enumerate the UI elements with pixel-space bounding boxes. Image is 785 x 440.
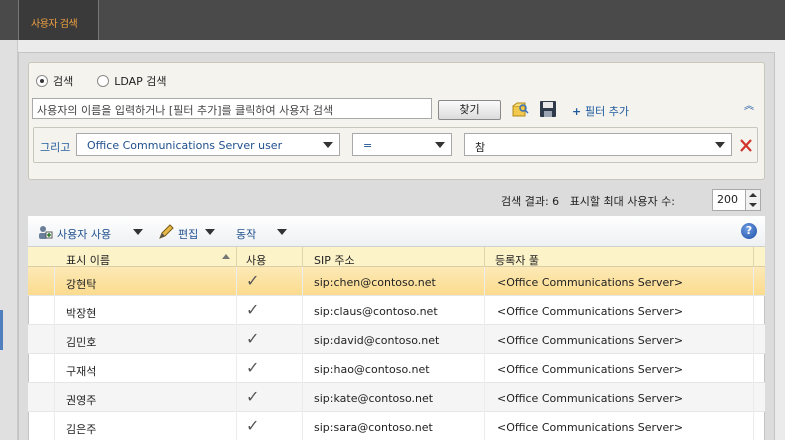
- filter-and-label: 그리고: [40, 141, 71, 154]
- header-display-name[interactable]: 표시 이름: [66, 252, 110, 268]
- header-sip-address[interactable]: SIP 주소: [314, 252, 355, 268]
- tab-user-search[interactable]: 사용자 검색: [18, 0, 99, 40]
- enable-user-icon: [39, 226, 53, 239]
- column-divider: [484, 247, 485, 267]
- column-divider: [54, 267, 55, 440]
- filter-value-select[interactable]: 참: [464, 133, 732, 156]
- max-users-label: 표시할 최대 사용자 수:: [569, 195, 675, 208]
- cell-display-name: 구재석: [66, 365, 97, 378]
- filter-operator-value: =: [363, 139, 373, 152]
- cell-sip-address: sip:hao@contoso.net: [314, 363, 430, 376]
- cell-sip-address: sip:sara@contoso.net: [314, 421, 433, 434]
- filter-operator-select[interactable]: =: [352, 133, 452, 156]
- column-divider: [236, 247, 237, 267]
- search-input[interactable]: 사용자의 이름을 입력하거나 [필터 추가]를 클릭하여 사용자 검색: [32, 98, 432, 119]
- left-rail-marker: [0, 310, 3, 350]
- column-divider: [484, 267, 485, 440]
- column-divider: [302, 267, 303, 440]
- max-users-spinner[interactable]: [745, 189, 761, 211]
- radio-search[interactable]: 검색: [36, 73, 73, 89]
- action-button[interactable]: 동작: [236, 226, 256, 242]
- open-query-icon[interactable]: [511, 100, 529, 118]
- enable-user-dropdown-icon[interactable]: [133, 229, 143, 235]
- cell-registrar-pool: <Office Communications Server>: [497, 305, 684, 318]
- cell-sip-address: sip:kate@contoso.net: [314, 392, 434, 405]
- left-rail: [0, 40, 18, 440]
- cell-registrar-pool: <Office Communications Server>: [497, 334, 684, 347]
- results-count: 검색 결과: 6: [501, 195, 560, 208]
- help-icon[interactable]: ?: [741, 223, 757, 239]
- radio-button-selected[interactable]: [36, 75, 48, 87]
- cell-sip-address: sip:chen@contoso.net: [314, 276, 436, 289]
- cell-display-name: 김은주: [66, 423, 97, 436]
- search-mode-radios: 검색 LDAP 검색: [36, 73, 191, 89]
- chevron-down-icon: [323, 142, 333, 148]
- enabled-check-icon: ✓: [246, 329, 260, 348]
- cell-registrar-pool: <Office Communications Server>: [497, 363, 684, 376]
- column-divider: [753, 267, 754, 440]
- remove-filter-icon[interactable]: [739, 137, 753, 153]
- sort-ascending-icon: [222, 254, 230, 259]
- table-header: [28, 247, 765, 267]
- save-icon[interactable]: [539, 100, 557, 118]
- find-button[interactable]: 찾기: [438, 100, 501, 120]
- tab-user-search-label: 사용자 검색: [31, 19, 78, 30]
- action-dropdown-icon[interactable]: [277, 229, 287, 235]
- edit-pencil-icon: [159, 224, 174, 239]
- column-divider: [302, 247, 303, 267]
- chevron-down-icon: [435, 142, 445, 148]
- cell-registrar-pool: <Office Communications Server>: [497, 392, 684, 405]
- cell-sip-address: sip:david@contoso.net: [314, 334, 440, 347]
- add-filter-link[interactable]: + 필터 추가: [572, 103, 629, 119]
- edit-dropdown-icon[interactable]: [205, 229, 215, 235]
- top-bar: [0, 0, 785, 40]
- cell-registrar-pool: <Office Communications Server>: [497, 421, 684, 434]
- filter-field-value: Office Communications Server user: [87, 139, 283, 152]
- chevron-down-icon: [715, 142, 725, 148]
- cell-display-name: 박장현: [66, 307, 97, 320]
- enabled-check-icon: ✓: [246, 358, 260, 377]
- enabled-check-icon: ✓: [246, 416, 260, 435]
- enabled-check-icon: ✓: [246, 271, 260, 290]
- cell-registrar-pool: <Office Communications Server>: [497, 276, 684, 289]
- cell-display-name: 김민호: [66, 336, 97, 349]
- radio-button[interactable]: [97, 75, 110, 87]
- radio-search-label: 검색: [53, 75, 74, 88]
- filter-value-text: 참: [475, 141, 486, 154]
- results-summary: 검색 결과: 6 표시할 최대 사용자 수:: [501, 193, 675, 209]
- cell-display-name: 권영주: [66, 394, 97, 407]
- cell-display-name: 강현탁: [66, 278, 97, 291]
- enabled-check-icon: ✓: [246, 300, 260, 319]
- enabled-check-icon: ✓: [246, 387, 260, 406]
- spinner-down-icon[interactable]: [746, 200, 760, 210]
- enable-user-button[interactable]: 사용자 사용: [57, 226, 111, 242]
- collapse-chevron-up-icon[interactable]: ︽: [744, 102, 754, 112]
- header-registrar-pool[interactable]: 등록자 풀: [495, 252, 539, 268]
- plus-icon: +: [572, 105, 586, 118]
- add-filter-label: 필터 추가: [585, 105, 630, 118]
- filter-field-select[interactable]: Office Communications Server user: [76, 133, 340, 156]
- header-enabled[interactable]: 사용: [246, 252, 266, 268]
- spinner-up-icon[interactable]: [746, 190, 760, 200]
- radio-ldap-search[interactable]: LDAP 검색: [97, 73, 167, 89]
- column-divider: [753, 247, 754, 267]
- column-divider: [236, 267, 237, 440]
- edit-button[interactable]: 편집: [178, 226, 198, 242]
- radio-ldap-label: LDAP 검색: [114, 75, 167, 88]
- cell-sip-address: sip:claus@contoso.net: [314, 305, 438, 318]
